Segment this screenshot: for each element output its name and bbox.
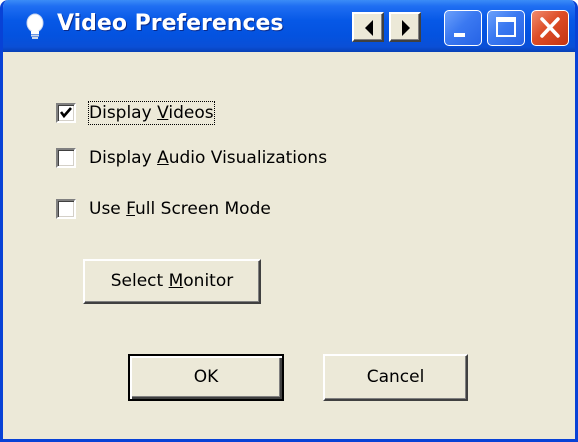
previous-button[interactable] [352,12,384,42]
arrow-right-icon [402,20,410,36]
close-button[interactable] [531,10,569,46]
display-audio-visualizations-label[interactable]: Display Audio Visualizations [89,147,327,169]
display-audio-visualizations-checkbox[interactable] [56,148,76,168]
minimize-button[interactable] [444,10,482,46]
use-full-screen-mode-label[interactable]: Use Full Screen Mode [89,198,271,220]
use-full-screen-mode-checkbox[interactable] [56,199,76,219]
select-monitor-button[interactable]: Select Monitor [83,259,261,304]
arrow-left-icon [365,20,373,36]
ok-button[interactable]: OK [128,354,284,401]
cancel-button[interactable]: Cancel [323,354,468,401]
minimize-icon [454,33,465,37]
display-videos-label[interactable]: Display Videos [88,101,215,125]
display-videos-checkbox[interactable] [56,103,76,123]
lightbulb-icon [26,13,44,39]
video-preferences-dialog: Video Preferences Display Videos Display… [0,0,578,442]
checkmark-icon [59,107,72,119]
maximize-button[interactable] [487,10,525,46]
close-icon [540,17,560,38]
window-title: Video Preferences [57,11,284,36]
maximize-icon [496,17,516,37]
next-button[interactable] [389,12,421,42]
title-bar[interactable]: Video Preferences [3,0,575,52]
